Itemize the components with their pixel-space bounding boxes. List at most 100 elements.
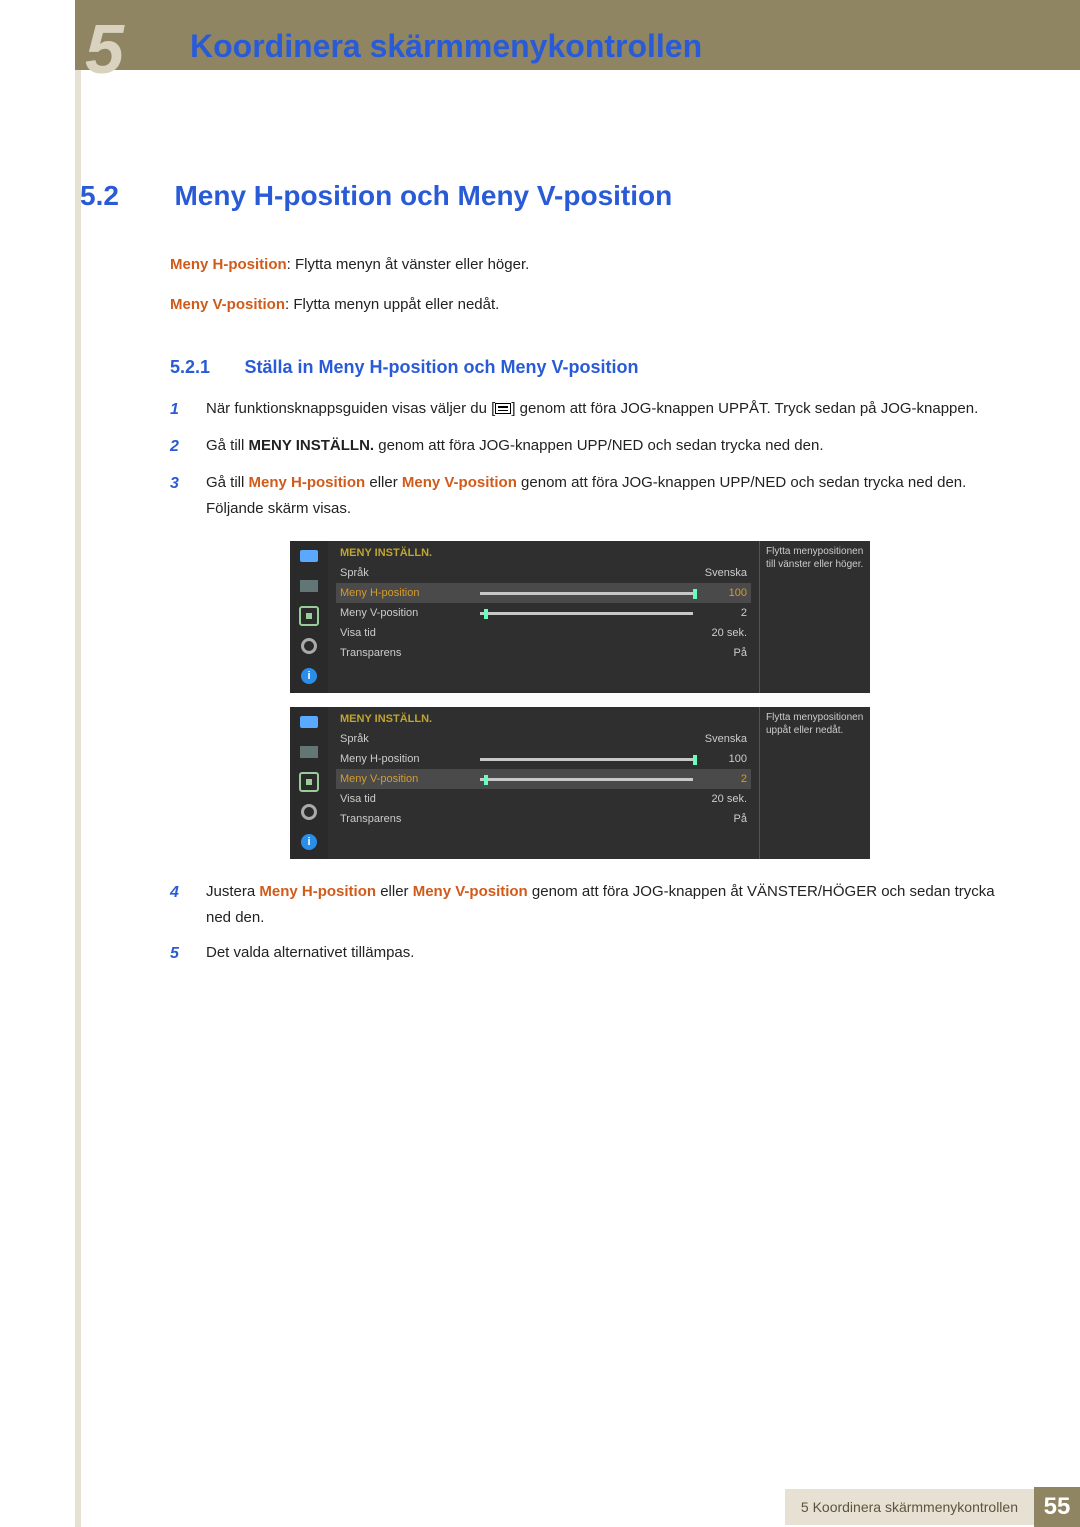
footer: 5 Koordinera skärmmenykontrollen 55 [75, 1487, 1080, 1527]
picture-icon [298, 713, 320, 731]
osd-row-visa: Visa tid 20 sek. [336, 789, 751, 809]
osd-label: Meny H-position [340, 753, 480, 765]
osd-value: På [693, 813, 747, 825]
step-1-a: När funktionsknappsguiden visas väljer d… [206, 400, 495, 417]
osd-slider [480, 778, 693, 781]
gear-icon [298, 803, 320, 821]
osd-tooltip: Flytta menypositionen till vänster eller… [760, 541, 870, 693]
osd-slider [480, 592, 693, 595]
osd-title: MENY INSTÄLLN. [340, 713, 751, 725]
step-text: När funktionsknappsguiden visas väljer d… [206, 396, 1010, 423]
step-number: 2 [170, 433, 206, 460]
step-1: 1 När funktionsknappsguiden visas väljer… [170, 396, 1010, 423]
step-2-a: Gå till [206, 437, 249, 454]
osd-value: 20 sek. [693, 627, 747, 639]
step-4: 4 Justera Meny H-position eller Meny V-p… [170, 879, 1010, 930]
osd-panel-h: i MENY INSTÄLLN. Språk Svenska Meny H-po… [290, 541, 870, 693]
step-text: Det valda alternativet tillämpas. [206, 940, 1010, 967]
osd-row-h: Meny H-position 100 [336, 749, 751, 769]
osd-label: Transparens [340, 647, 480, 659]
meny-v: Meny V-position [402, 474, 517, 491]
step-text: Justera Meny H-position eller Meny V-pos… [206, 879, 1010, 930]
osd-row-v: Meny V-position 2 [336, 603, 751, 623]
osd-value: 100 [693, 587, 747, 599]
step-3: 3 Gå till Meny H-position eller Meny V-p… [170, 470, 1010, 521]
step-1-b: ] genom att föra JOG-knappen UPPÅT. Tryc… [511, 400, 978, 417]
step-number: 3 [170, 470, 206, 521]
section-intro: Meny H-position: Flytta menyn åt vänster… [170, 252, 1010, 317]
osd-value: På [693, 647, 747, 659]
osd-sidebar: i [290, 707, 328, 859]
osd-main: MENY INSTÄLLN. Språk Svenska Meny H-posi… [328, 541, 759, 693]
page-number: 55 [1034, 1487, 1080, 1527]
osd-row-h-selected: Meny H-position 100 [336, 583, 751, 603]
osd-title: MENY INSTÄLLN. [340, 547, 751, 559]
step-text: Gå till MENY INSTÄLLN. genom att föra JO… [206, 433, 1010, 460]
osd-row-v-selected: Meny V-position 2 [336, 769, 751, 789]
intro-v: Meny V-position: Flytta menyn uppåt elle… [170, 292, 1010, 318]
intro-h-label: Meny H-position [170, 256, 287, 273]
meny-v: Meny V-position [413, 883, 528, 900]
osd-row-trans: Transparens På [336, 643, 751, 663]
osd-tooltip: Flytta menypositionen uppåt eller nedåt. [760, 707, 870, 859]
osd-label: Transparens [340, 813, 480, 825]
page-title: Koordinera skärmmenykontrollen [190, 28, 702, 65]
osd-value: 2 [693, 773, 747, 785]
step-number: 4 [170, 879, 206, 930]
subsection-title: Ställa in Meny H-position och Meny V-pos… [244, 357, 638, 378]
steps-list: 1 När funktionsknappsguiden visas väljer… [170, 396, 1010, 521]
osd-value: 20 sek. [693, 793, 747, 805]
osd-label: Språk [340, 733, 480, 745]
section-number: 5.2 [80, 180, 170, 212]
osd-label: Meny V-position [340, 607, 480, 619]
step-4-a: Justera [206, 883, 259, 900]
footer-chapter-label: 5 Koordinera skärmmenykontrollen [785, 1489, 1034, 1525]
osd-label: Meny H-position [340, 587, 480, 599]
intro-v-label: Meny V-position [170, 296, 285, 313]
gear-icon [298, 637, 320, 655]
info-icon: i [298, 833, 320, 851]
pip-icon [298, 743, 320, 761]
osd-label: Meny V-position [340, 773, 480, 785]
menu-icon [495, 403, 511, 414]
step-4-c: eller [376, 883, 413, 900]
osd-panel-v: i MENY INSTÄLLN. Språk Svenska Meny H-po… [290, 707, 870, 859]
step-5: 5 Det valda alternativet tillämpas. [170, 940, 1010, 967]
osd-row-sprak: Språk Svenska [336, 729, 751, 749]
step-number: 1 [170, 396, 206, 423]
setup-icon [298, 607, 320, 625]
osd-label: Visa tid [340, 627, 480, 639]
picture-icon [298, 547, 320, 565]
intro-h: Meny H-position: Flytta menyn åt vänster… [170, 252, 1010, 278]
step-3-c: eller [365, 474, 402, 491]
osd-row-sprak: Språk Svenska [336, 563, 751, 583]
section-heading: 5.2 Meny H-position och Meny V-position [80, 180, 1010, 212]
osd-slider [480, 612, 693, 615]
osd-label: Visa tid [340, 793, 480, 805]
step-number: 5 [170, 940, 206, 967]
osd-value: 100 [693, 753, 747, 765]
osd-sidebar: i [290, 541, 328, 693]
osd-slider [480, 758, 693, 761]
page: 5 Koordinera skärmmenykontrollen 5.2 Men… [0, 0, 1080, 1527]
section-title: Meny H-position och Meny V-position [174, 180, 672, 212]
osd-row-trans: Transparens På [336, 809, 751, 829]
intro-h-text: : Flytta menyn åt vänster eller höger. [287, 256, 530, 273]
osd-row-visa: Visa tid 20 sek. [336, 623, 751, 643]
meny-installn: MENY INSTÄLLN. [249, 437, 375, 454]
step-text: Gå till Meny H-position eller Meny V-pos… [206, 470, 1010, 521]
osd-value: Svenska [693, 567, 747, 579]
osd-main: MENY INSTÄLLN. Språk Svenska Meny H-posi… [328, 707, 759, 859]
osd-value: Svenska [693, 733, 747, 745]
meny-h: Meny H-position [249, 474, 366, 491]
meny-h: Meny H-position [259, 883, 376, 900]
subsection-number: 5.2.1 [170, 357, 240, 378]
osd-figures: i MENY INSTÄLLN. Språk Svenska Meny H-po… [290, 541, 1010, 859]
setup-icon [298, 773, 320, 791]
info-icon: i [298, 667, 320, 685]
subsection-heading: 5.2.1 Ställa in Meny H-position och Meny… [170, 357, 1010, 378]
osd-label: Språk [340, 567, 480, 579]
osd-value: 2 [693, 607, 747, 619]
content: 5.2 Meny H-position och Meny V-position … [80, 180, 1010, 978]
step-2: 2 Gå till MENY INSTÄLLN. genom att föra … [170, 433, 1010, 460]
